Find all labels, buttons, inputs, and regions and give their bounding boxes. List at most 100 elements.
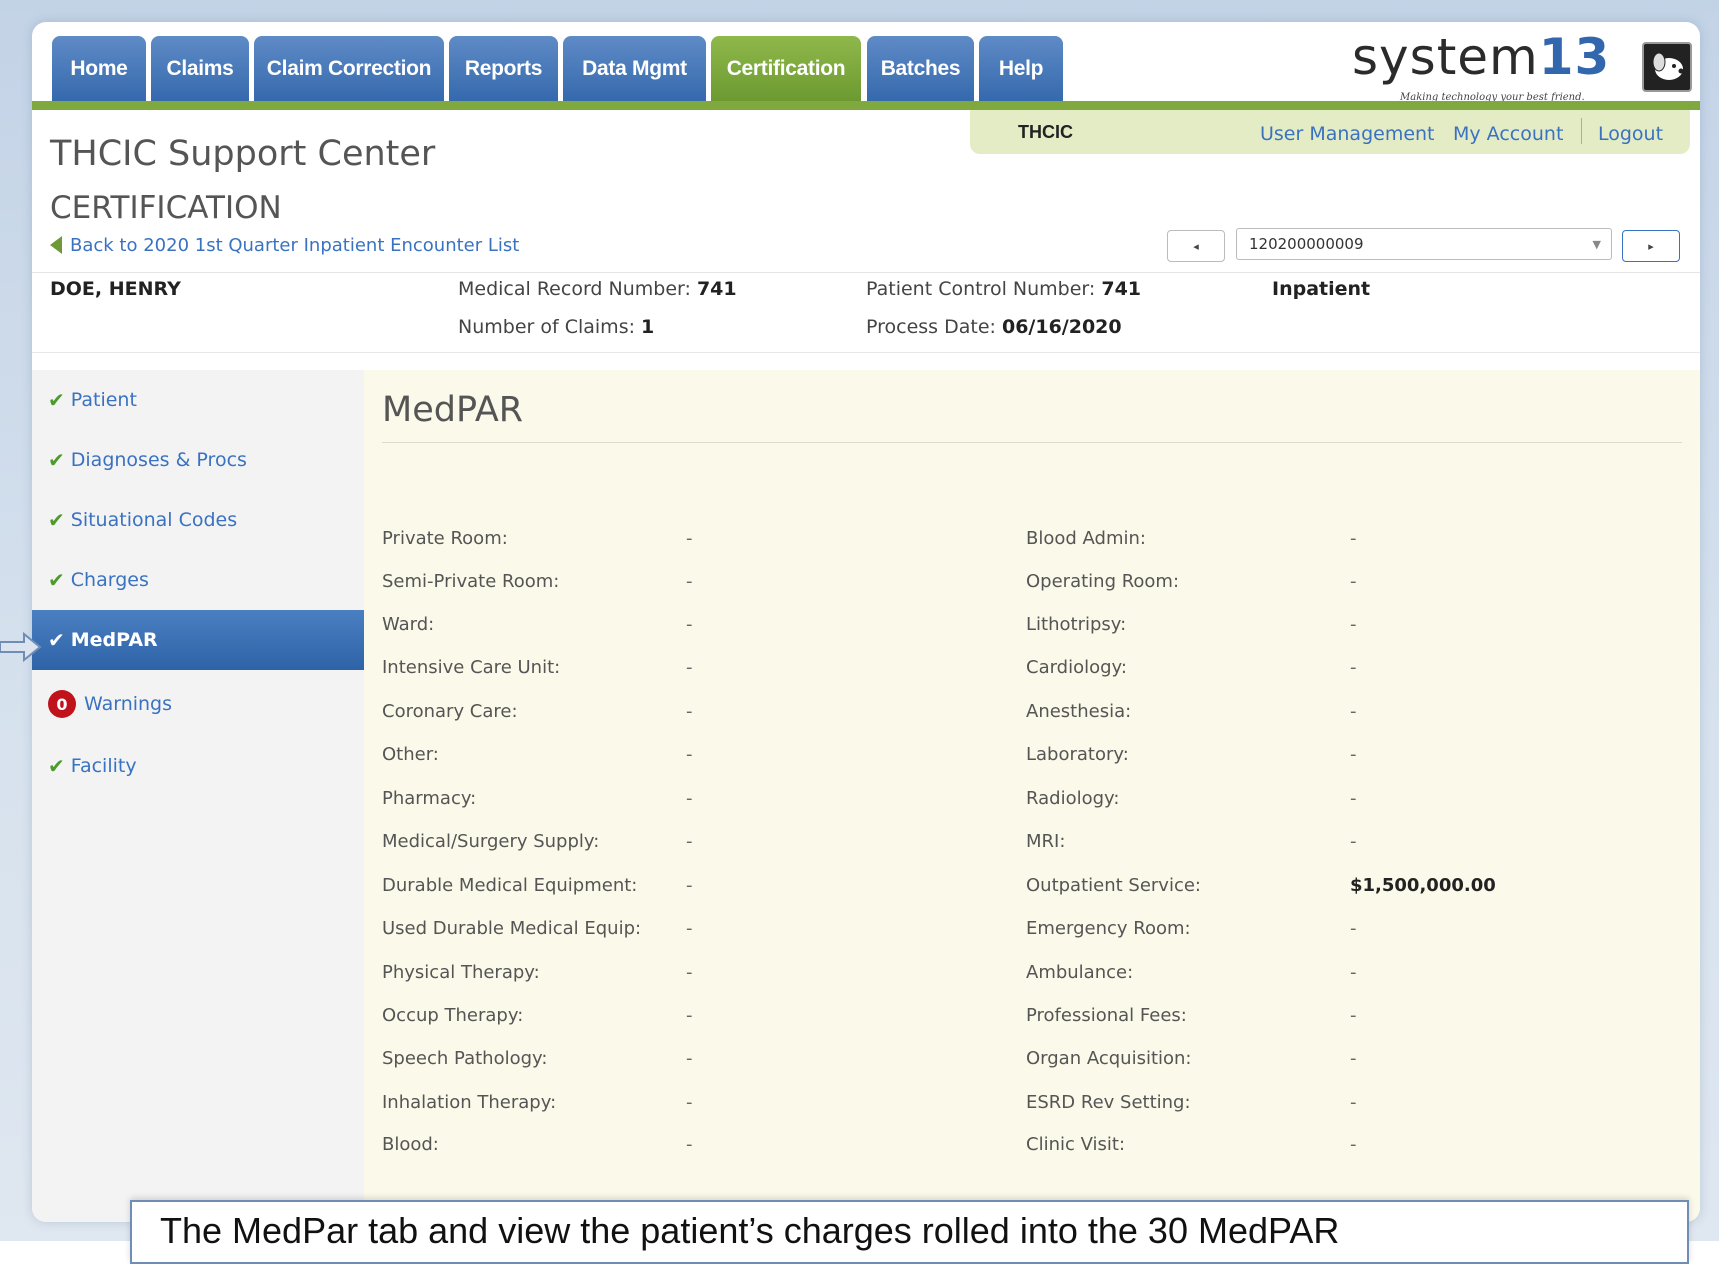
mrn-value: 741: [696, 278, 737, 300]
field-label: Emergency Room:: [1026, 918, 1191, 939]
pcn-info: Patient Control Number: 741: [866, 278, 1141, 300]
field-value: -: [686, 657, 693, 678]
field-label: Intensive Care Unit:: [382, 657, 561, 678]
system13-logo: system13 Making technology your best fri…: [1352, 28, 1692, 103]
field-value: -: [686, 875, 693, 896]
check-icon: ✔: [48, 388, 65, 412]
field-value: -: [1350, 788, 1357, 809]
mrn-label: Medical Record Number:: [458, 278, 697, 300]
tab-claims[interactable]: Claims: [151, 36, 249, 101]
header-divider: [32, 272, 1700, 273]
pcn-value: 741: [1101, 278, 1142, 300]
field-value: -: [686, 571, 693, 592]
tab-certification[interactable]: Certification: [711, 36, 861, 101]
field-label: Cardiology:: [1026, 657, 1127, 678]
section-title: CERTIFICATION: [50, 190, 282, 226]
sidebar-item-situational-codes[interactable]: ✔ Situational Codes: [32, 492, 364, 548]
field-value: -: [686, 701, 693, 722]
field-label: Ward:: [382, 614, 435, 635]
encounter-type: Inpatient: [1272, 278, 1371, 300]
field-value: -: [1350, 1048, 1357, 1069]
field-label: Laboratory:: [1026, 744, 1129, 765]
field-label: MRI:: [1026, 831, 1066, 852]
field-label: Anesthesia:: [1026, 701, 1132, 722]
sidebar-item-label: Charges: [70, 569, 149, 591]
field-value: -: [1350, 1092, 1357, 1113]
field-label: Lithotripsy:: [1026, 614, 1127, 635]
field-label: Other:: [382, 744, 439, 765]
field-label: Inhalation Therapy:: [382, 1092, 557, 1113]
tab-home[interactable]: Home: [52, 36, 146, 101]
check-icon: ✔: [48, 568, 65, 592]
sidebar-item-charges[interactable]: ✔ Charges: [32, 552, 364, 608]
field-value: -: [1350, 918, 1357, 939]
field-label: Used Durable Medical Equip:: [382, 918, 642, 939]
panel-title-rule: [382, 442, 1682, 443]
field-value: -: [686, 1048, 693, 1069]
field-value: -: [686, 528, 693, 549]
check-icon: ✔: [48, 448, 65, 472]
field-label: Clinic Visit:: [1026, 1134, 1126, 1155]
pointer-arrow-icon: [0, 631, 42, 663]
field-value: -: [1350, 701, 1357, 722]
sidebar-item-facility[interactable]: ✔ Facility: [32, 738, 364, 794]
back-to-list-link[interactable]: Back to 2020 1st Quarter Inpatient Encou…: [50, 235, 519, 256]
sidebar-item-diagnoses[interactable]: ✔ Diagnoses & Procs: [32, 432, 364, 488]
field-value: -: [1350, 962, 1357, 983]
user-management-link[interactable]: User Management: [1260, 123, 1435, 145]
field-label: Coronary Care:: [382, 701, 518, 722]
field-value: -: [686, 962, 693, 983]
field-value: -: [686, 744, 693, 765]
process-date-info: Process Date: 06/16/2020: [866, 316, 1122, 338]
back-link-label: Back to 2020 1st Quarter Inpatient Encou…: [70, 235, 520, 256]
logo-word-system: system: [1352, 28, 1539, 86]
sidebar-item-patient[interactable]: ✔ Patient: [32, 372, 364, 428]
prev-claim-button[interactable]: ◂: [1167, 230, 1225, 262]
field-label: Occup Therapy:: [382, 1005, 524, 1026]
field-value: -: [1350, 528, 1357, 549]
logout-link[interactable]: Logout: [1598, 123, 1663, 145]
link-separator: [1581, 118, 1582, 144]
sidebar: ✔ Patient ✔ Diagnoses & Procs ✔ Situational…: [32, 370, 364, 1222]
field-label: ESRD Rev Setting:: [1026, 1092, 1191, 1113]
claim-select-value: 120200000009: [1249, 235, 1364, 253]
field-value: -: [1350, 744, 1357, 765]
patient-name: DOE, HENRY: [50, 278, 181, 300]
field-value: -: [686, 918, 693, 939]
sidebar-item-warnings[interactable]: 0 Warnings: [32, 676, 364, 732]
sidebar-item-label: Diagnoses & Procs: [70, 449, 247, 471]
tab-reports[interactable]: Reports: [449, 36, 558, 101]
field-label: Durable Medical Equipment:: [382, 875, 638, 896]
field-label: Pharmacy:: [382, 788, 477, 809]
sidebar-item-medpar[interactable]: ✔ MedPAR: [32, 610, 364, 670]
caret-right-icon: ▸: [1648, 239, 1654, 253]
field-value: -: [686, 614, 693, 635]
field-label: Radiology:: [1026, 788, 1120, 809]
tab-claim-correction[interactable]: Claim Correction: [254, 36, 444, 101]
nav-underline: [32, 101, 1700, 110]
org-name: THCIC: [1018, 122, 1073, 142]
caption-text: The MedPar tab and view the patient’s ch…: [160, 1210, 1340, 1251]
field-value: -: [1350, 614, 1357, 635]
my-account-link[interactable]: My Account: [1453, 123, 1563, 145]
pcn-label: Patient Control Number:: [866, 278, 1102, 300]
field-value: -: [686, 1005, 693, 1026]
claims-count-value: 1: [641, 316, 655, 338]
next-claim-button[interactable]: ▸: [1622, 230, 1680, 262]
app-title: THCIC Support Center: [50, 134, 436, 174]
claim-select[interactable]: 120200000009 ▼: [1236, 228, 1612, 260]
claims-count-info: Number of Claims: 1: [458, 316, 654, 338]
process-date-value: 06/16/2020: [1001, 316, 1122, 338]
field-value: -: [1350, 571, 1357, 592]
tab-data-mgmt[interactable]: Data Mgmt: [563, 36, 706, 101]
tab-help[interactable]: Help: [979, 36, 1063, 101]
check-icon: ✔: [48, 628, 65, 652]
tab-batches[interactable]: Batches: [867, 36, 974, 101]
field-value: -: [1350, 831, 1357, 852]
panel-title: MedPAR: [382, 390, 524, 430]
field-label: Speech Pathology:: [382, 1048, 548, 1069]
field-label: Physical Therapy:: [382, 962, 540, 983]
check-icon: ✔: [48, 754, 65, 778]
field-value: -: [686, 1092, 693, 1113]
field-label: Ambulance:: [1026, 962, 1134, 983]
